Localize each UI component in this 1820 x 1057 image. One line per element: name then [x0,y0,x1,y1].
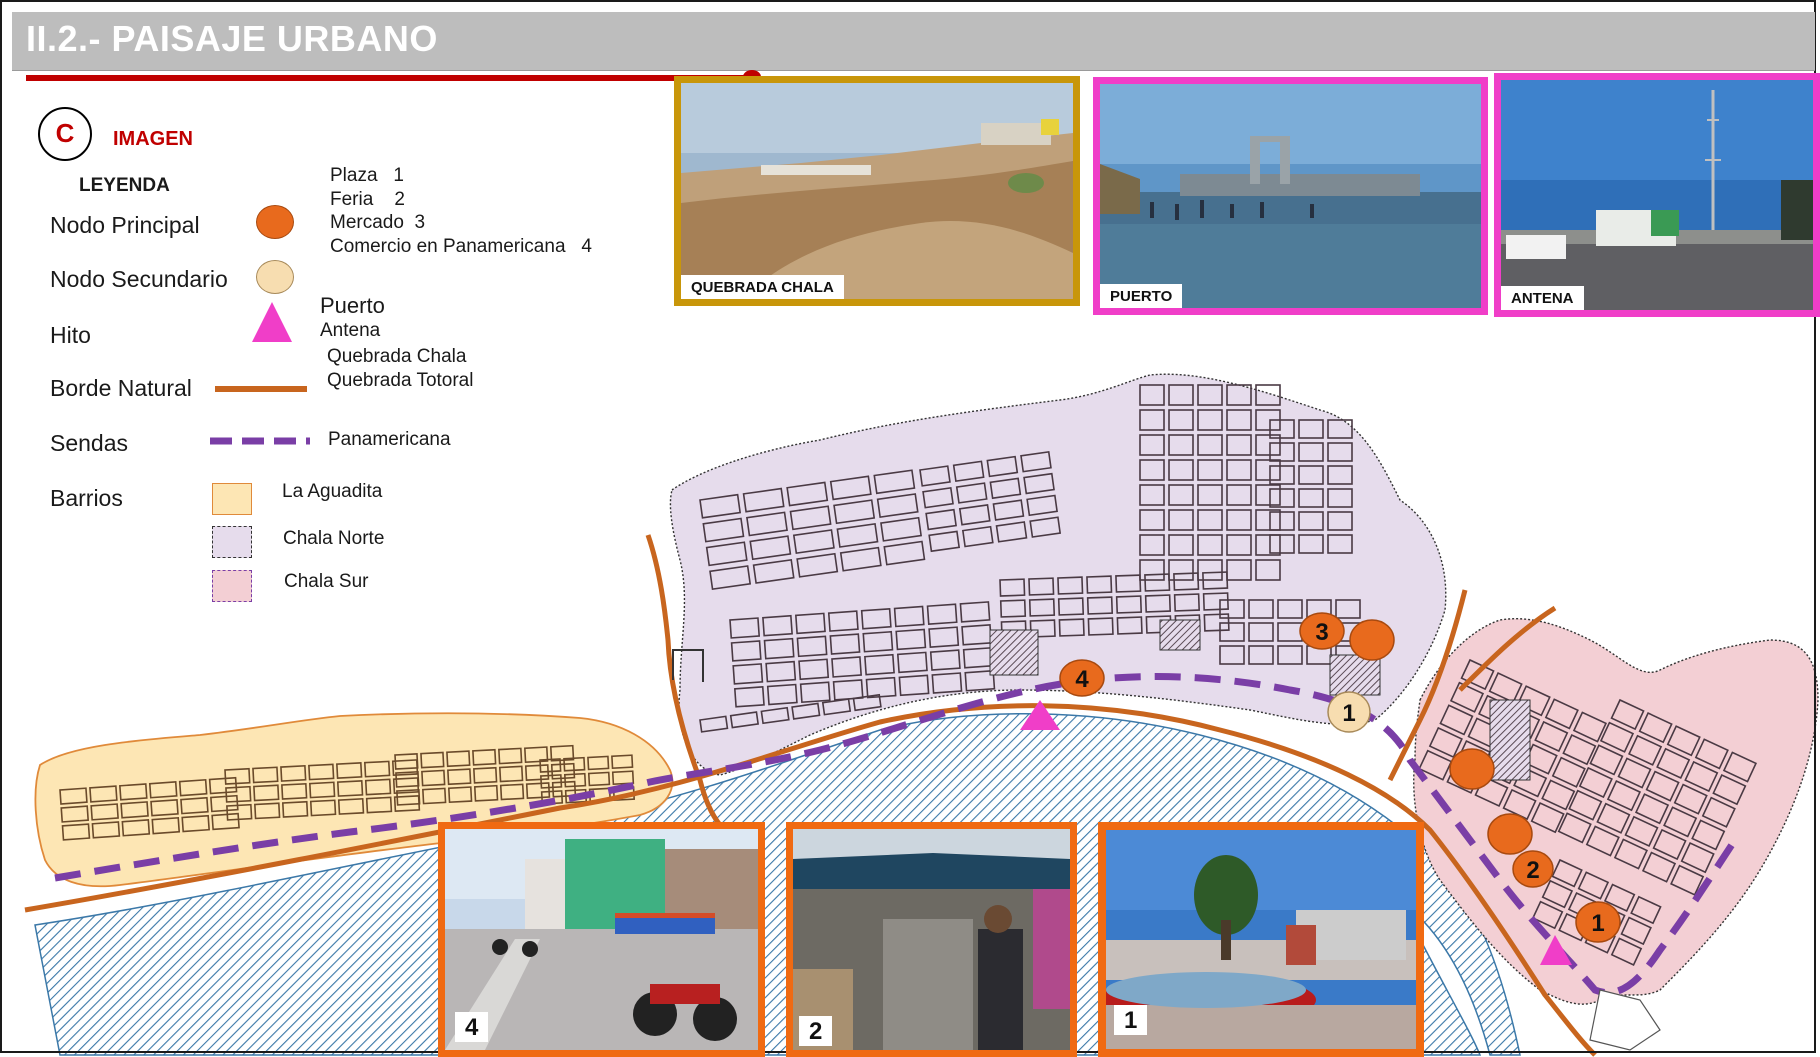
legend-node-item: Plaza 1 [330,165,404,186]
photo-feria-image [793,829,1070,1050]
legend-hito-item: Antena [320,320,381,341]
legend-symbol-nodo-principal [256,205,294,239]
photo-plaza-image [1106,830,1416,1049]
legend-label-borde-natural: Borde Natural [50,375,192,401]
legend-swatch-chala-norte [212,526,252,558]
legend-borde-item: Quebrada Chala [327,346,467,367]
photo-puerto-image [1100,84,1481,308]
legend-symbol-sendas [210,437,310,445]
legend-barrio-item: Chala Norte [283,528,385,549]
title-underline [26,75,756,81]
section-caption: IMAGEN [113,128,193,150]
photo-comercio-image [445,829,758,1050]
photo-quebrada-chala-image [681,83,1073,299]
photo-caption-comercio: 4 [455,1012,489,1042]
legend-symbol-hito [252,302,292,342]
photo-feria: 2 [786,822,1077,1057]
legend-swatch-chala-sur [212,570,252,602]
legend-swatch-la-aguadita [212,483,252,515]
legend-heading: LEYENDA [79,175,170,196]
photo-quebrada-chala: QUEBRADA CHALA [674,76,1080,306]
photo-comercio: 4 [438,822,765,1057]
legend-label-nodo-secundario: Nodo Secundario [50,266,228,292]
legend-borde-item: Quebrada Totoral [327,370,474,391]
plate: 3 4 2 1 1 II.2.- PAISAJE URBANO C IMAGEN… [0,0,1820,1057]
legend-barrio-item: La Aguadita [282,481,383,502]
legend-symbol-borde-natural [215,386,307,392]
legend-label-sendas: Sendas [50,430,129,456]
section-badge: C [38,107,92,161]
legend-node-item: Comercio en Panamericana 4 [330,236,592,257]
legend-barrio-item: Chala Sur [284,571,369,592]
legend-node-item: Feria 2 [330,189,405,210]
legend-label-nodo-principal: Nodo Principal [50,212,200,238]
legend-node-item: Mercado 3 [330,212,426,233]
legend-symbol-nodo-secundario [256,260,294,294]
title-bar: II.2.- PAISAJE URBANO [12,12,1815,71]
legend-hito-item: Puerto [320,293,385,318]
photo-plaza: 1 [1098,822,1424,1057]
page-title: II.2.- PAISAJE URBANO [26,18,438,59]
legend-senda-item: Panamericana [328,429,451,450]
photo-caption-quebrada-chala: QUEBRADA CHALA [681,275,844,299]
photo-antena: ANTENA [1494,73,1820,317]
photo-caption-antena: ANTENA [1501,286,1584,310]
photo-puerto: PUERTO [1093,77,1488,315]
photo-caption-plaza: 1 [1114,1005,1148,1035]
legend-label-barrios: Barrios [50,485,123,511]
legend-label-hito: Hito [50,322,91,348]
photo-caption-feria: 2 [799,1016,833,1046]
photo-antena-image [1501,80,1813,310]
photo-caption-puerto: PUERTO [1100,284,1183,308]
